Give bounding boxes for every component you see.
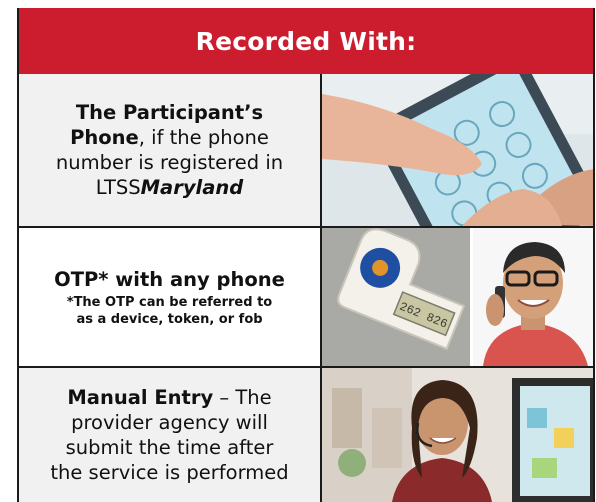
manual-entry-text: Manual Entry – The provider agency will … <box>19 368 320 502</box>
participant-lead: The Participant’s <box>75 101 264 124</box>
otp-lead: OTP* with any phone <box>54 267 285 291</box>
manual-dash: – The <box>213 386 272 409</box>
header-title: Recorded With: <box>195 26 417 56</box>
manual-line3: submit the time after <box>65 436 274 459</box>
manual-line4: the service is performed <box>50 461 289 484</box>
recorded-with-table: Recorded With: The Participant’s Phone, … <box>17 8 595 502</box>
row-otp: OTP* with any phone *The OTP can be refe… <box>19 228 593 366</box>
table-header: Recorded With: <box>19 8 593 74</box>
phone-bold: Phone <box>70 126 139 149</box>
manual-line2: provider agency will <box>71 411 268 434</box>
row-participant-phone: The Participant’s Phone, if the phone nu… <box>19 74 593 226</box>
phone-keypad-photo <box>322 74 593 226</box>
phone-rest: , if the phone <box>138 126 269 149</box>
otp-note-2: as a device, token, or fob <box>76 311 263 327</box>
participant-phone-text: The Participant’s Phone, if the phone nu… <box>19 74 320 226</box>
registered-line: number is registered in <box>55 151 284 174</box>
row-manual-entry: Manual Entry – The provider agency will … <box>19 368 593 502</box>
otp-note-1: *The OTP can be referred to <box>66 294 273 310</box>
otp-text: OTP* with any phone *The OTP can be refe… <box>19 228 320 366</box>
man-on-phone-photo <box>473 228 593 366</box>
otp-fob-photo: 262 826 <box>322 228 470 366</box>
maryland-text: Maryland <box>140 176 244 199</box>
ltss-text: LTSS <box>95 176 141 199</box>
office-worker-headset-photo <box>322 368 593 502</box>
manual-lead: Manual Entry <box>67 386 214 409</box>
